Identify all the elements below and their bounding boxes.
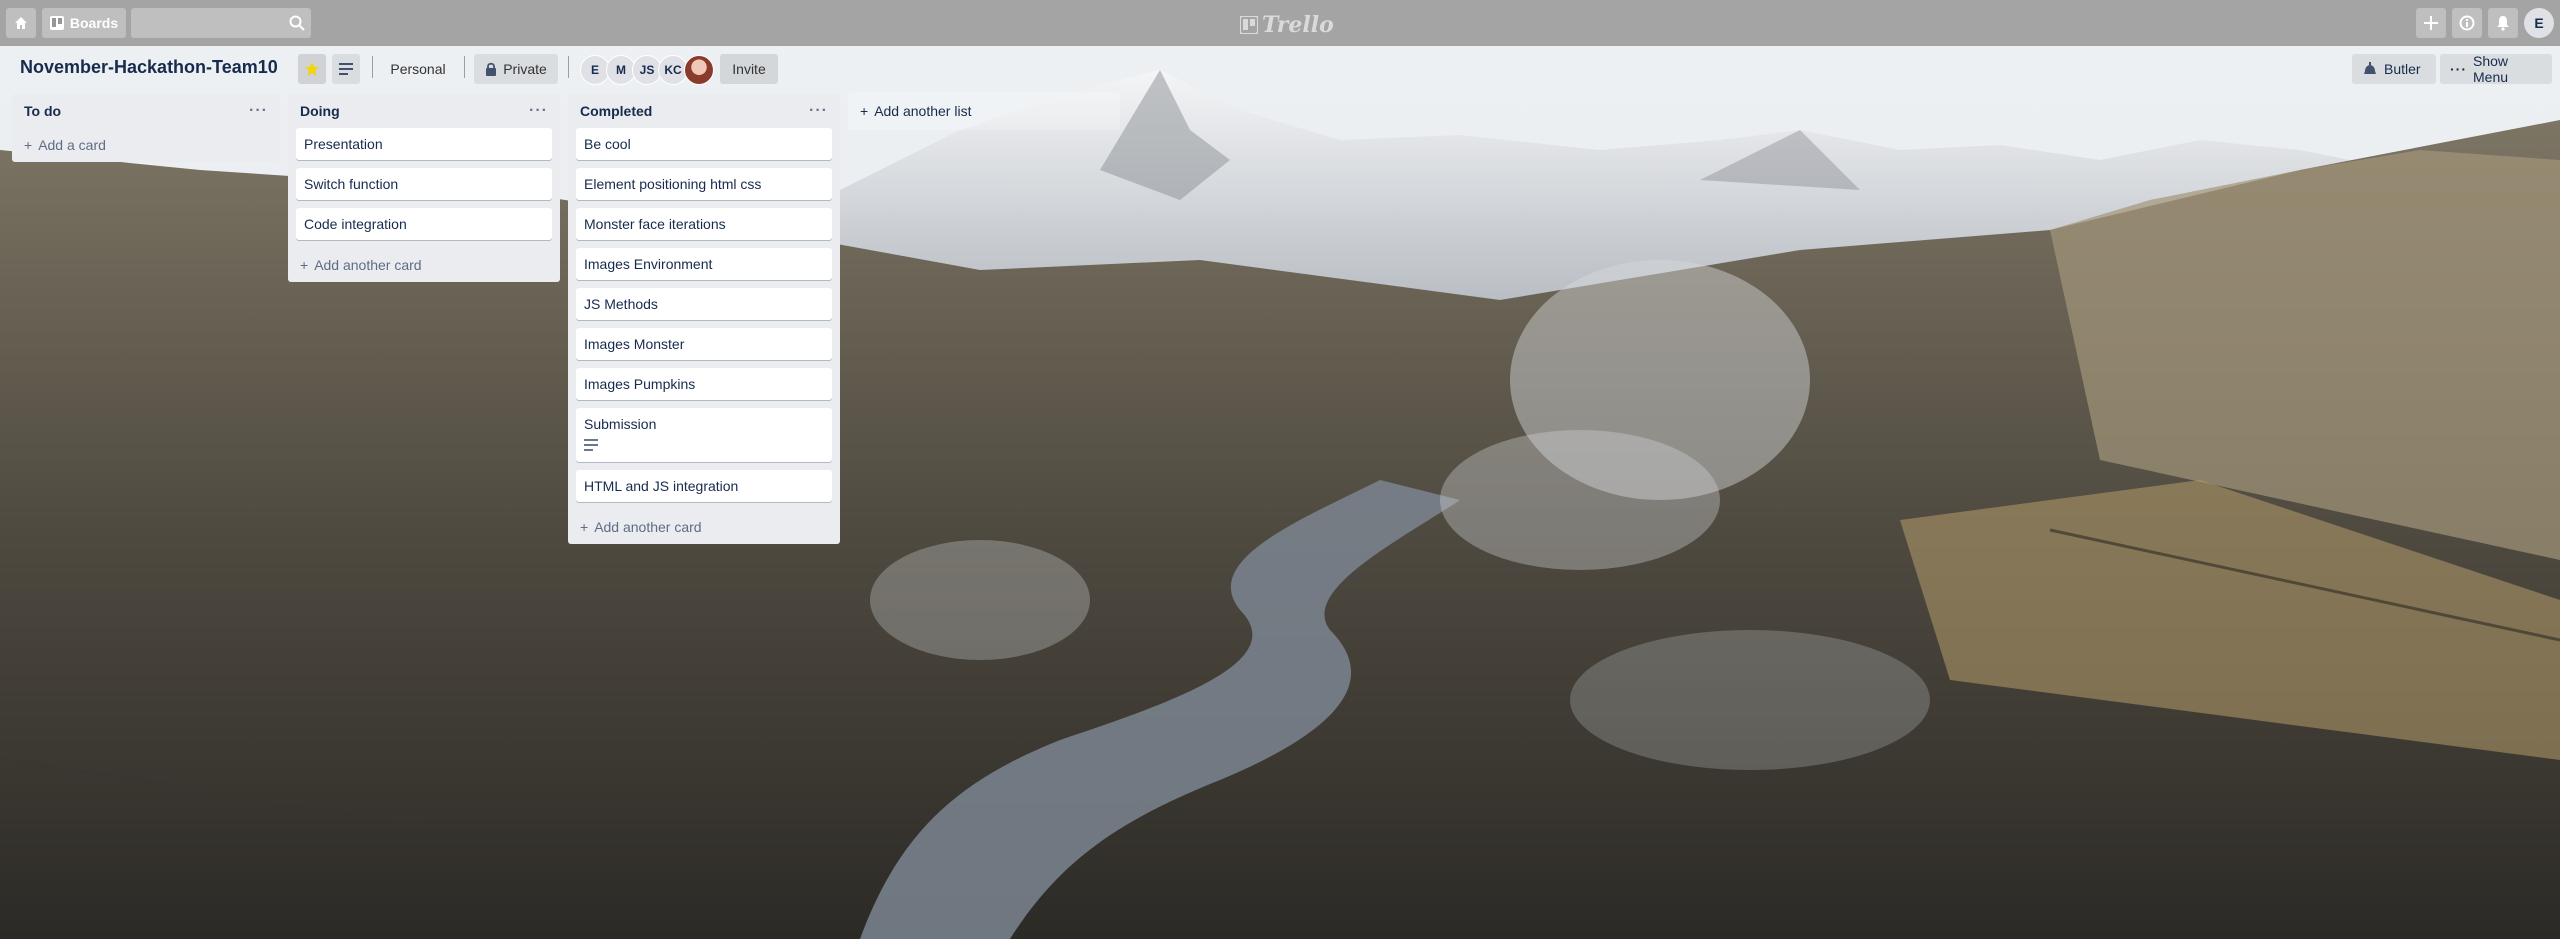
- info-icon: [2459, 15, 2475, 31]
- add-card-label: Add another card: [594, 519, 702, 535]
- card[interactable]: JS Methods: [576, 288, 832, 320]
- plus-icon: +: [580, 519, 589, 535]
- description-icon: [339, 63, 353, 75]
- info-button[interactable]: [2452, 8, 2482, 38]
- boards-icon: [49, 16, 64, 30]
- list-header[interactable]: Completed ···: [576, 94, 832, 128]
- user-avatar[interactable]: E: [2524, 8, 2554, 38]
- search-input[interactable]: [131, 8, 297, 38]
- add-card-label: Add another card: [314, 257, 422, 273]
- card-title: Images Monster: [584, 336, 685, 352]
- card-title: Switch function: [304, 176, 399, 192]
- lock-icon: [486, 62, 497, 76]
- member-initials: JS: [639, 63, 655, 77]
- search-icon[interactable]: [289, 15, 305, 31]
- card[interactable]: Element positioning html css: [576, 168, 832, 200]
- card[interactable]: Code integration: [296, 208, 552, 240]
- card[interactable]: Be cool: [576, 128, 832, 160]
- list-title[interactable]: Doing: [300, 103, 340, 119]
- description-badge: [584, 438, 824, 454]
- card[interactable]: Images Monster: [576, 328, 832, 360]
- list-completed: Completed ··· Be cool Element positionin…: [568, 94, 840, 544]
- search-box[interactable]: [131, 8, 311, 38]
- home-button[interactable]: [6, 8, 36, 38]
- card[interactable]: Images Pumpkins: [576, 368, 832, 400]
- add-list-button[interactable]: + Add another list: [848, 92, 1120, 130]
- bell-icon: [2497, 16, 2509, 31]
- list-title[interactable]: To do: [24, 103, 61, 119]
- card[interactable]: Submission: [576, 408, 832, 462]
- description-icon: [584, 439, 598, 451]
- add-card-button[interactable]: + Add another card: [296, 248, 552, 282]
- star-icon: [305, 62, 319, 76]
- card[interactable]: Switch function: [296, 168, 552, 200]
- header-divider: [372, 56, 373, 78]
- card-title: Element positioning html css: [584, 176, 762, 192]
- card-title: Monster face iterations: [584, 216, 726, 232]
- list-menu-icon[interactable]: ···: [529, 102, 548, 120]
- plus-icon: +: [24, 137, 33, 153]
- list-menu-icon[interactable]: ···: [809, 102, 828, 120]
- home-icon: [15, 17, 27, 29]
- team-visibility-label: Personal: [390, 61, 446, 77]
- user-avatar-initial: E: [2534, 15, 2544, 31]
- member-initials: E: [590, 63, 599, 77]
- card[interactable]: Images Environment: [576, 248, 832, 280]
- privacy-button[interactable]: Private: [474, 54, 558, 84]
- add-card-button[interactable]: + Add a card: [20, 128, 272, 162]
- add-card-button[interactable]: + Add another card: [576, 510, 832, 544]
- board-description-button[interactable]: [332, 54, 360, 84]
- invite-button[interactable]: Invite: [720, 54, 778, 84]
- trello-logo-icon: [1240, 16, 1258, 34]
- header-divider: [464, 56, 465, 78]
- trello-logo[interactable]: Trello: [1240, 12, 1334, 38]
- add-card-label: Add a card: [38, 137, 106, 153]
- list-header[interactable]: To do ···: [20, 94, 272, 128]
- board-header: November-Hackathon-Team10 Personal Priva…: [0, 46, 2560, 90]
- top-nav-bar: Boards Trello E: [0, 0, 2560, 46]
- card-title: Images Pumpkins: [584, 376, 696, 392]
- notifications-button[interactable]: [2488, 8, 2518, 38]
- privacy-label: Private: [503, 61, 547, 77]
- plus-icon: [2424, 16, 2438, 30]
- list-menu-icon[interactable]: ···: [249, 102, 268, 120]
- create-button[interactable]: [2416, 8, 2446, 38]
- list-title[interactable]: Completed: [580, 103, 652, 119]
- add-list-label: Add another list: [874, 103, 972, 119]
- card-title: Images Environment: [584, 256, 713, 272]
- star-button[interactable]: [298, 54, 326, 84]
- header-divider: [568, 56, 569, 78]
- card-title: Code integration: [304, 216, 407, 232]
- card-title: Submission: [584, 416, 657, 432]
- card-title: Presentation: [304, 136, 383, 152]
- trello-logo-text: Trello: [1262, 12, 1334, 38]
- invite-label: Invite: [732, 61, 766, 77]
- plus-icon: +: [300, 257, 309, 273]
- boards-button[interactable]: Boards: [42, 8, 126, 38]
- member-initials: KC: [664, 63, 682, 77]
- card-title: HTML and JS integration: [584, 478, 739, 494]
- member-initials: M: [616, 63, 626, 77]
- card[interactable]: HTML and JS integration: [576, 470, 832, 502]
- card-title: JS Methods: [584, 296, 658, 312]
- plus-icon: +: [860, 103, 869, 119]
- card[interactable]: Presentation: [296, 128, 552, 160]
- list-doing: Doing ··· Presentation Switch function C…: [288, 94, 560, 282]
- list-header[interactable]: Doing ···: [296, 94, 552, 128]
- card-title: Be cool: [584, 136, 631, 152]
- board-title[interactable]: November-Hackathon-Team10: [20, 57, 278, 78]
- card[interactable]: Monster face iterations: [576, 208, 832, 240]
- team-visibility-button[interactable]: Personal: [382, 54, 454, 84]
- list-to-do: To do ··· + Add a card: [12, 94, 280, 162]
- member-photo-avatar[interactable]: [684, 55, 714, 85]
- boards-label: Boards: [69, 15, 119, 31]
